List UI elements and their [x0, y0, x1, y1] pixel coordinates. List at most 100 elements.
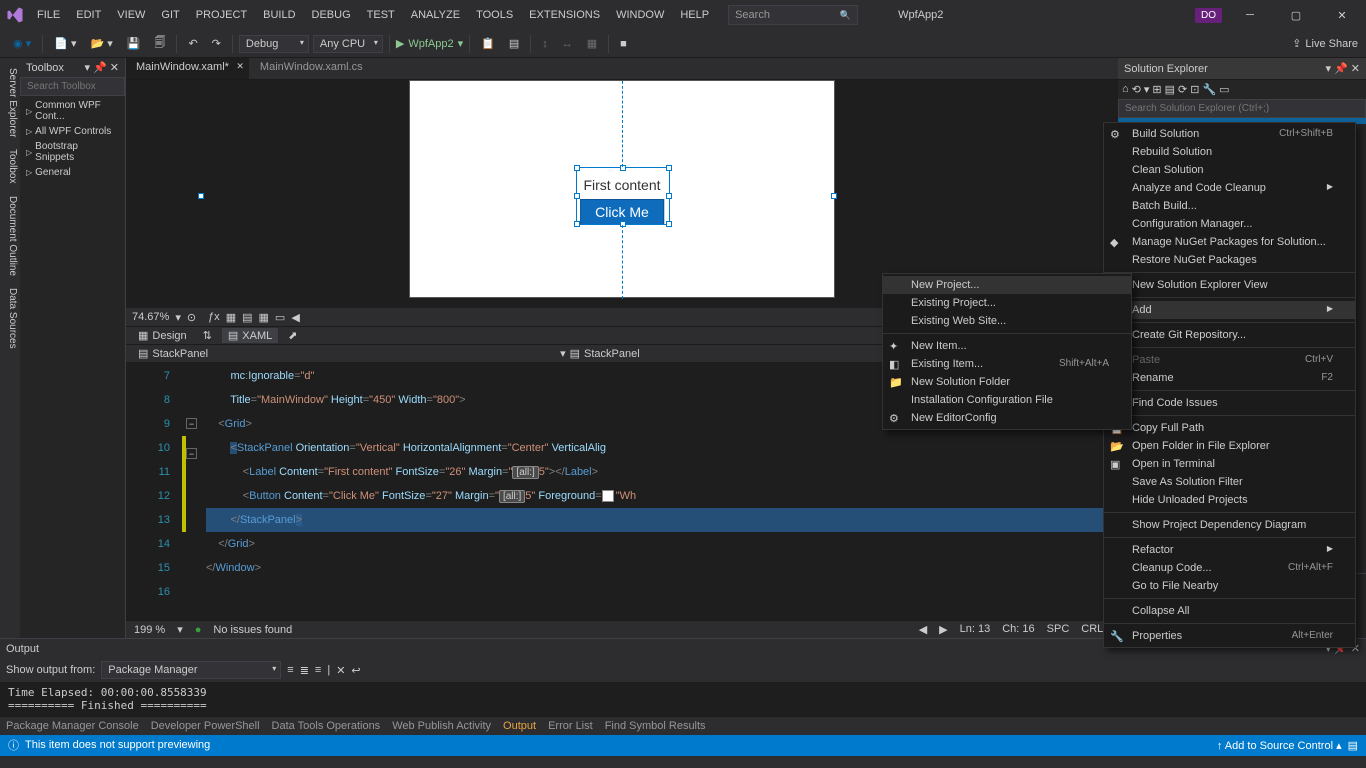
output-tab[interactable]: Data Tools Operations — [272, 720, 381, 732]
menu-test[interactable]: TEST — [360, 5, 402, 25]
ctx-installation-configuration-file[interactable]: Installation Configuration File — [883, 391, 1131, 409]
ctx-save-as-solution-filter[interactable]: Save As Solution Filter — [1104, 473, 1355, 491]
output-clear-icon[interactable]: ✕ — [336, 664, 345, 677]
popout-icon[interactable]: ⬈ — [288, 329, 297, 342]
ctx-find-code-issues[interactable]: Find Code Issues — [1104, 394, 1355, 412]
selection-box[interactable] — [576, 167, 670, 225]
config-dropdown[interactable]: Debug — [239, 35, 309, 53]
solex-home-icon[interactable]: ⌂ — [1122, 83, 1129, 96]
menu-extensions[interactable]: EXTENSIONS — [522, 5, 607, 25]
ctx-restore-nuget-packages[interactable]: Restore NuGet Packages — [1104, 251, 1355, 269]
menu-debug[interactable]: DEBUG — [305, 5, 358, 25]
solex-refresh-icon[interactable]: ⟳ — [1178, 83, 1187, 96]
solex-search[interactable] — [1118, 99, 1366, 118]
menu-analyze[interactable]: ANALYZE — [404, 5, 467, 25]
design-tab[interactable]: ▦ Design — [132, 328, 193, 343]
ctx-open-folder-in-file-explorer[interactable]: 📂Open Folder in File Explorer — [1104, 437, 1355, 455]
ctx-configuration-manager-[interactable]: Configuration Manager... — [1104, 215, 1355, 233]
ctx-existing-web-site-[interactable]: Existing Web Site... — [883, 312, 1131, 330]
add-source-control[interactable]: ↑ Add to Source Control ▴ — [1217, 739, 1342, 752]
ctx-open-in-terminal[interactable]: ▣Open in Terminal — [1104, 455, 1355, 473]
undo-button[interactable]: ↶ — [183, 34, 202, 53]
editor-tab[interactable]: MainWindow.xaml*✕ — [126, 58, 250, 79]
zoom-fit-icon[interactable]: ⊙ — [187, 311, 196, 324]
ctx-properties[interactable]: 🔧PropertiesAlt+Enter — [1104, 627, 1355, 645]
issues-indicator[interactable]: No issues found — [213, 624, 292, 636]
toolbox-group[interactable]: ▷ Bootstrap Snippets — [20, 139, 125, 165]
ctx-new-solution-folder[interactable]: 📁New Solution Folder — [883, 373, 1131, 391]
open-file-button[interactable]: 📂 ▾ — [85, 34, 117, 53]
live-share-button[interactable]: ⇪ Live Share — [1292, 37, 1358, 50]
rail-server-explorer[interactable]: Server Explorer — [0, 62, 20, 143]
redo-button[interactable]: ↷ — [207, 34, 226, 53]
canvas-handle-left[interactable] — [198, 193, 204, 199]
toolbox-group[interactable]: ▷ General — [20, 165, 125, 180]
toolbox-group[interactable]: ▷ Common WPF Cont... — [20, 98, 125, 124]
user-badge[interactable]: DO — [1195, 8, 1222, 23]
save-all-button[interactable]: 🗐 — [149, 31, 170, 56]
rail-document-outline[interactable]: Document Outline — [0, 190, 20, 282]
solex-filter-icon[interactable]: ▤ — [1165, 83, 1175, 96]
ctx-copy-full-path[interactable]: 📋Copy Full Path — [1104, 419, 1355, 437]
tb-icon-5[interactable]: ▦ — [582, 34, 602, 53]
solex-more-icon[interactable]: ▭ — [1219, 83, 1229, 96]
ctx-build-solution[interactable]: ⚙Build SolutionCtrl+Shift+B — [1104, 125, 1355, 143]
ctx-new-project-[interactable]: New Project... — [883, 276, 1131, 294]
xaml-tab[interactable]: ▤ XAML — [222, 328, 278, 343]
output-content[interactable]: Time Elapsed: 00:00:00.8558339 =========… — [0, 682, 1366, 716]
ctx-new-solution-explorer-view[interactable]: ▭New Solution Explorer View — [1104, 276, 1355, 294]
ctx-batch-build-[interactable]: Batch Build... — [1104, 197, 1355, 215]
ctx-analyze-and-code-cleanup[interactable]: Analyze and Code Cleanup▶ — [1104, 179, 1355, 197]
solex-showall-icon[interactable]: ⊡ — [1190, 83, 1199, 96]
solex-sync-icon[interactable]: ⟲ — [1132, 83, 1141, 96]
output-icon-1[interactable]: ≡ — [287, 664, 293, 676]
status-repo-icon[interactable]: ▤ — [1348, 739, 1358, 752]
design-canvas[interactable]: First content Click Me — [409, 80, 835, 298]
tb-icon-6[interactable]: ■ — [615, 35, 632, 53]
ctx-hide-unloaded-projects[interactable]: Hide Unloaded Projects — [1104, 491, 1355, 509]
solex-pin-icon[interactable]: 📌 — [1334, 62, 1348, 75]
toolbox-close-icon[interactable]: ✕ — [110, 61, 119, 74]
ctx-new-editorconfig[interactable]: ⚙New EditorConfig — [883, 409, 1131, 427]
ctx-create-git-repository-[interactable]: ◆Create Git Repository... — [1104, 326, 1355, 344]
solex-nav-icon[interactable]: ⊞ — [1152, 83, 1161, 96]
toolbox-group[interactable]: ▷ All WPF Controls — [20, 124, 125, 139]
output-tab[interactable]: Developer PowerShell — [151, 720, 260, 732]
maximize-button[interactable]: ▢ — [1278, 3, 1314, 27]
output-tab[interactable]: Package Manager Console — [6, 720, 139, 732]
output-tab[interactable]: Output — [503, 720, 536, 732]
tb-icon-3[interactable]: ↕ — [537, 35, 553, 53]
save-button[interactable]: 💾 — [122, 34, 146, 53]
code-line[interactable]: </StackPanel> — [206, 508, 1118, 532]
editor-tab[interactable]: MainWindow.xaml.cs — [250, 58, 384, 79]
menu-edit[interactable]: EDIT — [69, 5, 108, 25]
ctx-rename[interactable]: RenameF2 — [1104, 369, 1355, 387]
code-line[interactable]: <StackPanel Orientation="Vertical" Horiz… — [206, 436, 1118, 460]
ctx-new-item-[interactable]: ✦New Item... — [883, 337, 1131, 355]
code-line[interactable]: <Button Content="Click Me" FontSize="27"… — [206, 484, 1118, 508]
ctx-existing-item-[interactable]: ◧Existing Item...Shift+Alt+A — [883, 355, 1131, 373]
toolbox-search[interactable] — [20, 77, 125, 96]
start-debug-button[interactable]: ▶ WpfApp2 ▾ — [396, 37, 463, 50]
menu-window[interactable]: WINDOW — [609, 5, 671, 25]
menu-help[interactable]: HELP — [673, 5, 716, 25]
breadcrumb-left[interactable]: ▤ StackPanel — [132, 345, 214, 362]
canvas-handle-right[interactable] — [831, 193, 837, 199]
code-line[interactable]: </Window> — [206, 556, 1118, 580]
code-line[interactable] — [206, 580, 1118, 604]
code-line[interactable]: <Label Content="First content" FontSize=… — [206, 460, 1118, 484]
menu-project[interactable]: PROJECT — [189, 5, 254, 25]
close-button[interactable]: ✕ — [1324, 3, 1360, 27]
tb-icon-4[interactable]: ↔ — [557, 35, 578, 53]
ctx-rebuild-solution[interactable]: Rebuild Solution — [1104, 143, 1355, 161]
rail-toolbox[interactable]: Toolbox — [0, 143, 20, 189]
zoom-level[interactable]: 74.67% — [132, 311, 169, 323]
rail-data-sources[interactable]: Data Sources — [0, 282, 20, 355]
nav-back-button[interactable]: ◉ ▾ — [8, 34, 36, 53]
ctx-collapse-all[interactable]: Collapse All — [1104, 602, 1355, 620]
ctx-add[interactable]: Add▶ — [1104, 301, 1355, 319]
breadcrumb-right[interactable]: ▾ ▤ StackPanel — [554, 345, 646, 362]
ctx-refactor[interactable]: Refactor▶ — [1104, 541, 1355, 559]
new-file-button[interactable]: 📄 ▾ — [49, 34, 81, 53]
menu-view[interactable]: VIEW — [110, 5, 152, 25]
